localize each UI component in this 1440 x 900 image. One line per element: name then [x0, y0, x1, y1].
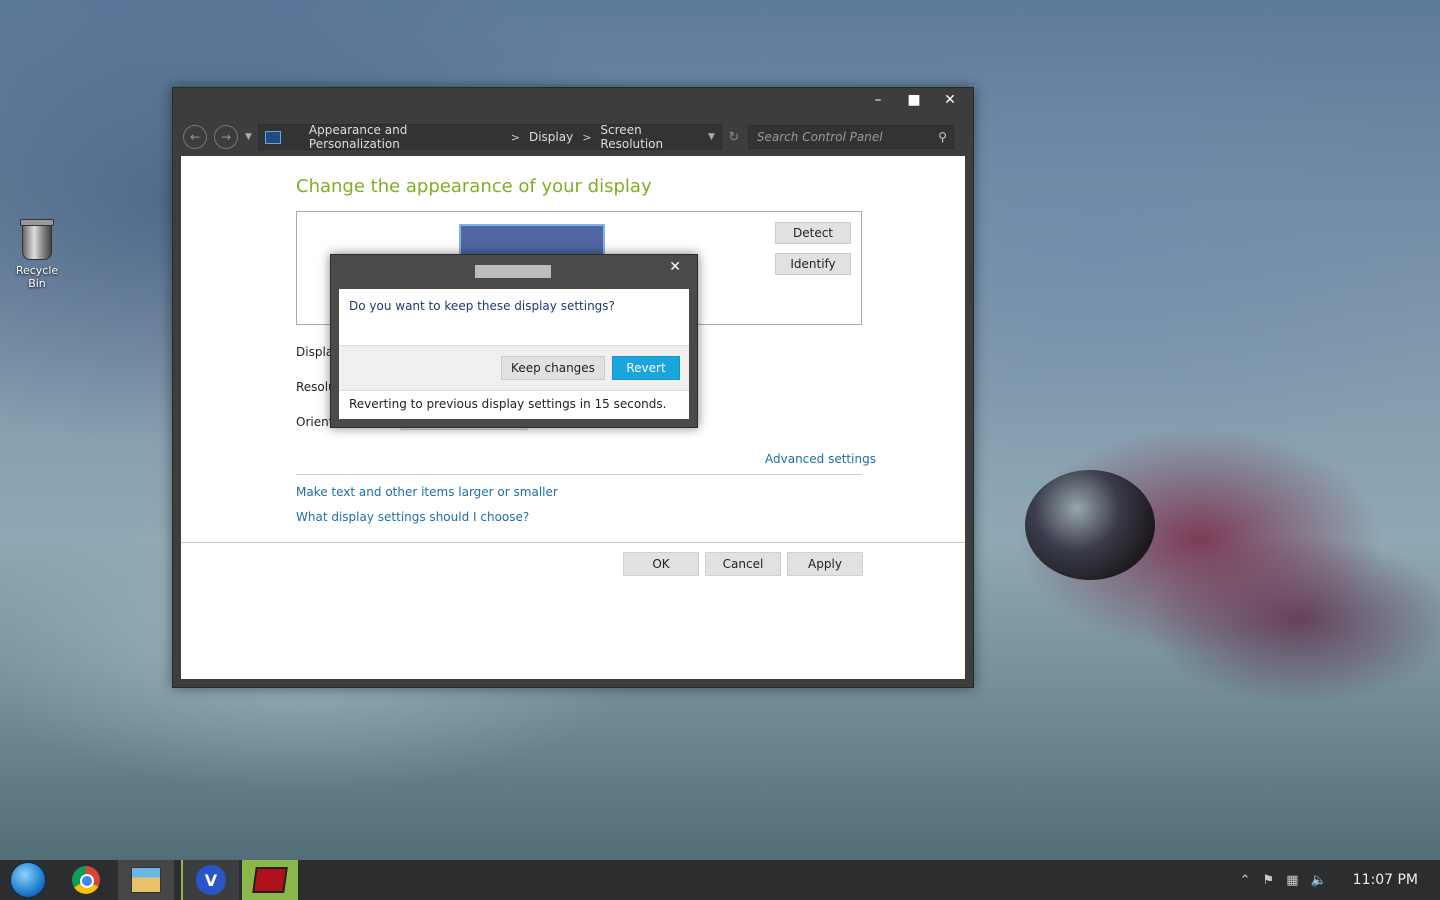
back-arrow-icon: ←: [189, 130, 201, 144]
refresh-button[interactable]: ↻: [722, 125, 746, 149]
breadcrumb-screen-resolution[interactable]: Screen Resolution: [600, 123, 708, 151]
recycle-bin-label: Recycle Bin: [15, 264, 59, 290]
network-icon[interactable]: ▦: [1286, 873, 1298, 888]
keep-changes-button[interactable]: Keep changes: [501, 356, 605, 380]
apply-button[interactable]: Apply: [787, 552, 863, 576]
refresh-icon: ↻: [728, 129, 740, 145]
search-icon[interactable]: ⚲: [938, 130, 947, 144]
taskbar-chrome[interactable]: [58, 860, 114, 900]
divider: [296, 474, 862, 475]
breadcrumb-appearance[interactable]: Appearance and Personalization: [309, 123, 502, 151]
cancel-button[interactable]: Cancel: [705, 552, 781, 576]
taskbar: V ⌃ ⚑ ▦ 🔈 11:07 PM: [0, 860, 1440, 900]
search-placeholder: Search Control Panel: [756, 130, 883, 144]
revert-button[interactable]: Revert: [612, 356, 680, 380]
wallpaper-drop: [1025, 470, 1155, 580]
recycle-bin-icon: [20, 219, 54, 260]
recycle-bin[interactable]: Recycle Bin: [6, 219, 68, 290]
text-size-link[interactable]: Make text and other items larger or smal…: [296, 485, 558, 499]
v-app-icon: V: [196, 865, 226, 895]
search-input[interactable]: Search Control Panel ⚲: [747, 125, 954, 149]
maximize-button[interactable]: ■: [905, 92, 923, 108]
ok-button[interactable]: OK: [623, 552, 699, 576]
close-button[interactable]: ✕: [941, 92, 959, 108]
taskbar-explorer[interactable]: [118, 860, 174, 900]
dialog-question: Do you want to keep these display settin…: [349, 299, 615, 313]
advanced-settings-link[interactable]: Advanced settings: [765, 452, 876, 466]
breadcrumb-display[interactable]: Display: [529, 130, 573, 144]
display-help-link[interactable]: What display settings should I choose?: [296, 510, 529, 524]
recent-pages-dropdown[interactable]: ▼: [245, 132, 252, 142]
start-button[interactable]: [0, 860, 56, 900]
breadcrumb-separator[interactable]: >: [582, 131, 591, 144]
file-explorer-icon: [131, 867, 161, 893]
clapperboard-icon: [252, 867, 288, 893]
chevron-up-icon[interactable]: ⌃: [1240, 873, 1251, 888]
action-center-flag-icon[interactable]: ⚑: [1263, 873, 1275, 888]
identify-button[interactable]: Identify: [775, 253, 851, 275]
dialog-button-band: Keep changes Revert: [339, 345, 689, 391]
forward-button[interactable]: →: [214, 125, 238, 149]
window-controls: – ■ ✕: [869, 92, 959, 108]
forward-arrow-icon: →: [220, 130, 232, 144]
address-bar[interactable]: Appearance and Personalization > Display…: [257, 123, 722, 151]
volume-icon[interactable]: 🔈: [1310, 873, 1326, 888]
page-title: Change the appearance of your display: [296, 176, 652, 197]
taskbar-v-app[interactable]: V: [181, 860, 239, 900]
button-divider: [181, 542, 965, 543]
dialog-close-button[interactable]: ✕: [669, 259, 681, 275]
dialog-title-bar: [475, 265, 551, 278]
system-tray: ⌃ ⚑ ▦ 🔈 11:07 PM: [1240, 860, 1440, 900]
taskbar-video-app[interactable]: [242, 860, 298, 900]
chrome-icon: [72, 866, 100, 894]
detect-button[interactable]: Detect: [775, 222, 851, 244]
start-orb-icon: [10, 862, 46, 898]
back-button[interactable]: ←: [183, 125, 207, 149]
clock[interactable]: 11:07 PM: [1353, 872, 1418, 888]
navigation-bar: ← → ▼ Appearance and Personalization > D…: [183, 123, 965, 151]
breadcrumb-separator[interactable]: >: [511, 131, 520, 144]
display-settings-dialog: ✕ Do you want to keep these display sett…: [330, 254, 698, 428]
revert-countdown-text: Reverting to previous display settings i…: [349, 397, 667, 411]
chevron-down-icon[interactable]: ▼: [708, 132, 715, 142]
control-panel-icon: [264, 130, 281, 144]
dialog-body: Do you want to keep these display settin…: [339, 289, 689, 419]
minimize-button[interactable]: –: [869, 92, 887, 108]
